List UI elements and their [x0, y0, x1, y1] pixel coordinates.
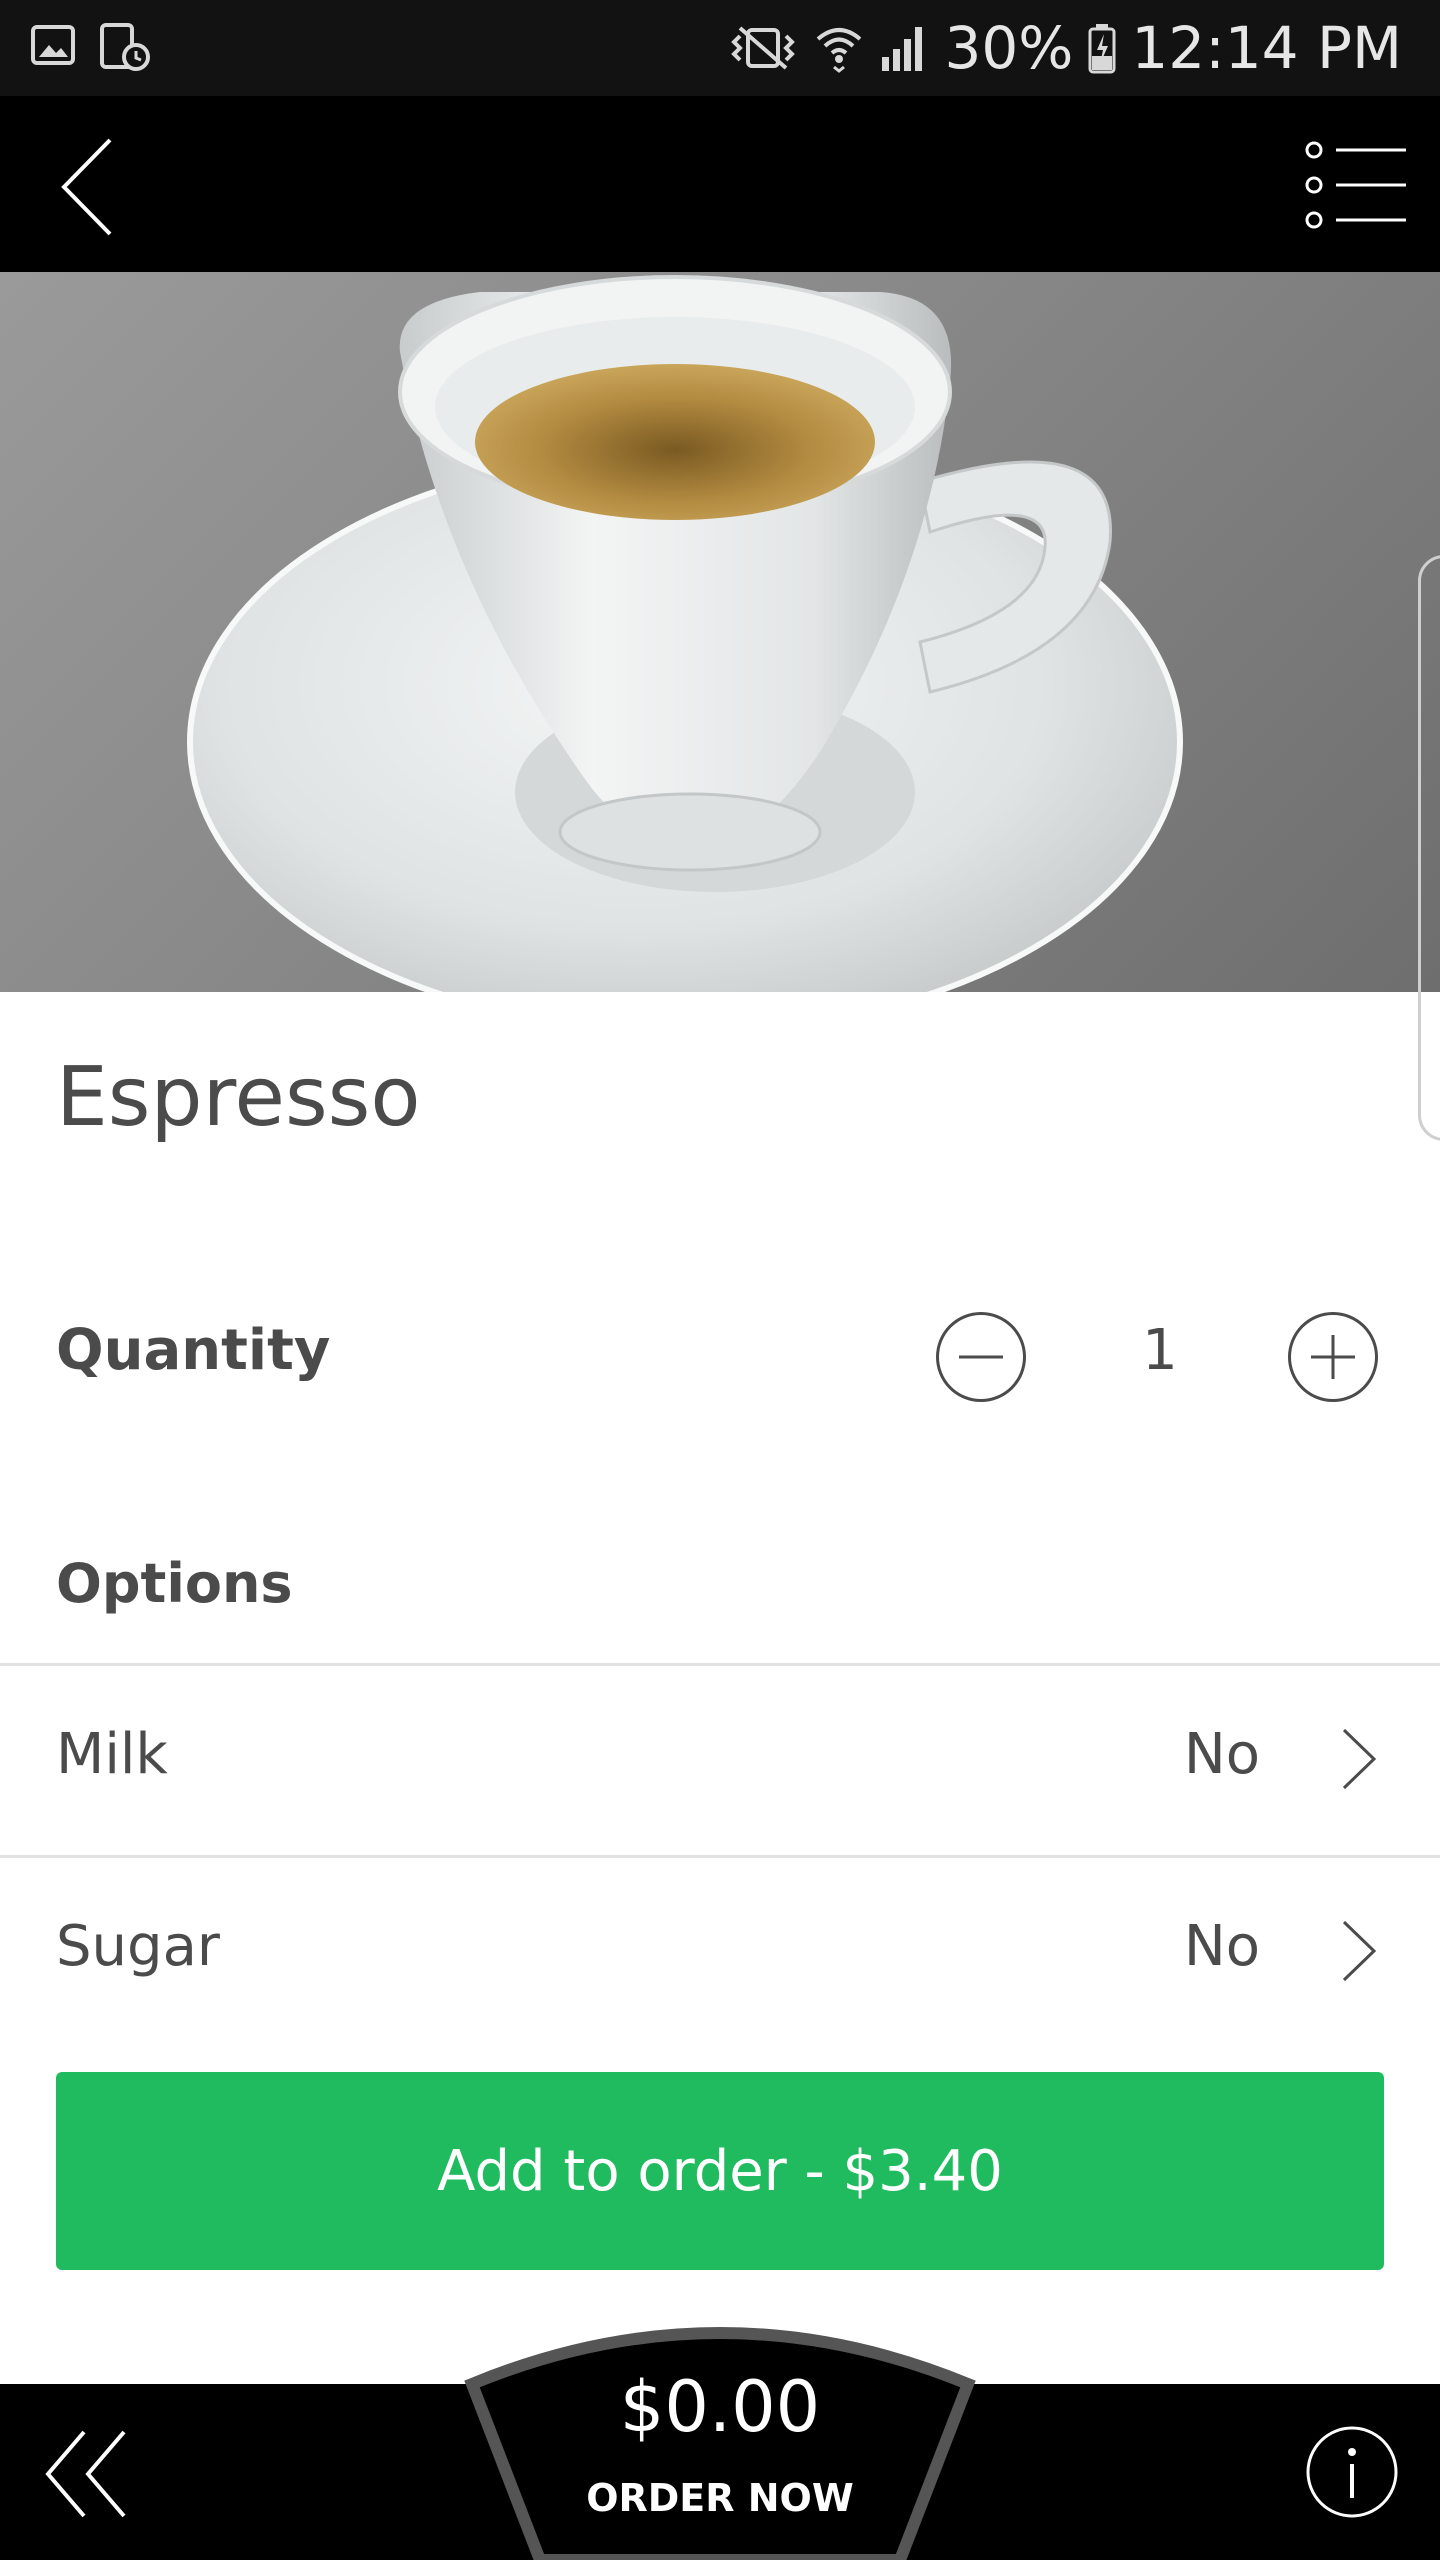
plus-icon: [1311, 1335, 1355, 1379]
signal-icon: [878, 23, 930, 73]
option-value: No: [1183, 1722, 1260, 1787]
chevron-right-icon: [1342, 1920, 1377, 1982]
option-row-sugar[interactable]: Sugar No: [0, 1858, 1440, 2046]
increase-quantity-button[interactable]: [1288, 1312, 1378, 1402]
order-now-label[interactable]: ORDER NOW: [460, 2476, 980, 2520]
add-to-order-button[interactable]: Add to order - $3.40: [56, 2072, 1384, 2270]
minus-icon: [959, 1355, 1003, 1359]
add-to-order-label: Add to order - $3.40: [437, 2138, 1003, 2204]
chevron-right-icon: [1342, 1728, 1377, 1790]
back-arrow-icon: [61, 138, 112, 236]
product-title: Espresso: [56, 1050, 421, 1145]
quantity-value: 1: [1142, 1318, 1178, 1383]
option-label: Sugar: [56, 1914, 220, 1979]
battery-percent: 30%: [944, 14, 1074, 82]
option-row-milk[interactable]: Milk No: [0, 1666, 1440, 1854]
decrease-quantity-button[interactable]: [936, 1312, 1026, 1402]
wifi-icon: [814, 23, 864, 73]
espresso-cup-illustration: [187, 275, 1183, 992]
screen-time-icon: [98, 22, 152, 72]
order-total: $0.00: [619, 2366, 821, 2448]
option-value: No: [1183, 1914, 1260, 1979]
option-label: Milk: [56, 1722, 168, 1787]
app-header: [0, 96, 1440, 272]
side-drawer-handle[interactable]: [1418, 555, 1440, 1141]
double-chevron-left-icon: [45, 2430, 126, 2518]
info-button[interactable]: [1304, 2424, 1400, 2520]
quantity-label: Quantity: [56, 1318, 331, 1383]
product-image: [0, 272, 1440, 992]
menu-button[interactable]: [1300, 140, 1410, 230]
status-left-icons: [30, 22, 152, 72]
status-time: 12:14 PM: [1131, 14, 1402, 82]
list-menu-icon: [1305, 141, 1406, 229]
bottom-back-button[interactable]: [40, 2424, 140, 2524]
status-right: 30% 12:14 PM: [726, 0, 1402, 96]
back-button[interactable]: [48, 132, 148, 242]
info-icon: [1306, 2426, 1398, 2518]
options-heading: Options: [56, 1552, 293, 1615]
battery-icon: [1087, 22, 1117, 74]
vibrate-icon: [726, 24, 800, 72]
gallery-icon: [30, 22, 76, 72]
status-bar: 30% 12:14 PM: [0, 0, 1440, 96]
